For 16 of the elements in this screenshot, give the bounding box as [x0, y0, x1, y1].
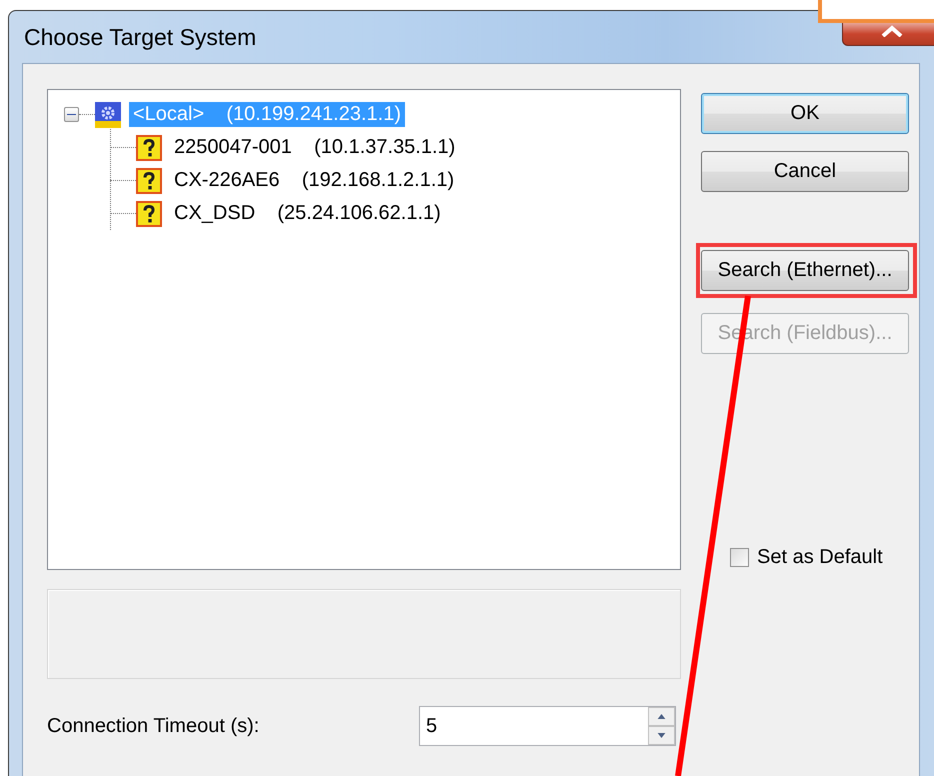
computer-icon [95, 102, 121, 128]
close-button[interactable] [842, 23, 934, 46]
window-title: Choose Target System [24, 24, 256, 50]
unknown-device-icon [136, 168, 162, 194]
tree-item[interactable]: CX-226AE6 (192.168.1.2.1.1) [170, 168, 458, 193]
tree-item[interactable]: CX_DSD (25.24.106.62.1.1) [170, 201, 445, 226]
search-button[interactable]: Search (Ethernet)... [701, 250, 909, 291]
ok-button[interactable]: OK [701, 93, 909, 134]
unknown-device-icon [136, 200, 162, 226]
checkbox[interactable] [730, 548, 749, 567]
cancel-button[interactable]: Cancel [701, 151, 909, 192]
tree-item[interactable]: 2250047-001 (10.1.37.35.1.1) [170, 135, 460, 160]
collapse-toggle[interactable] [64, 107, 79, 122]
unknown-device-icon [136, 134, 162, 160]
timeout-label: Connection Timeout (s): [47, 714, 260, 738]
checkbox-label[interactable]: Set as Default [757, 546, 883, 569]
